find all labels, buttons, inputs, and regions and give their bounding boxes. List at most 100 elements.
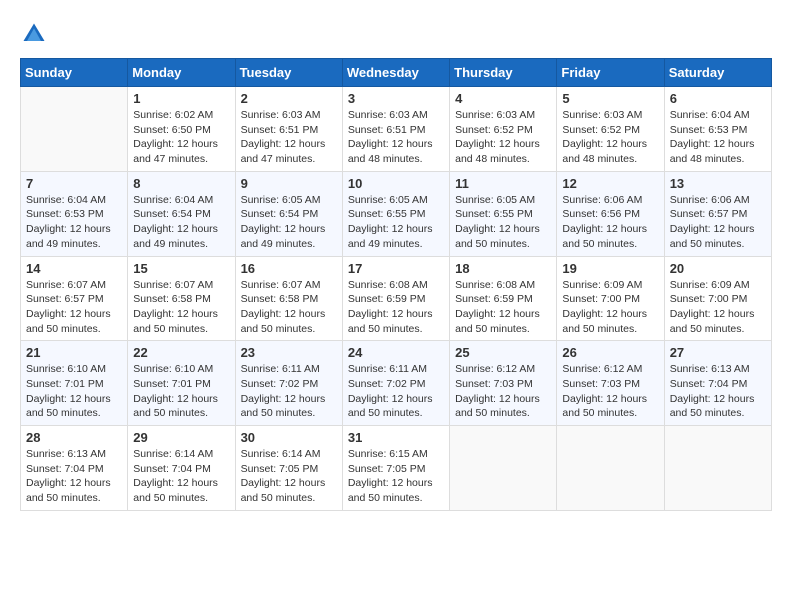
day-number: 31 xyxy=(348,430,444,445)
calendar-cell: 25Sunrise: 6:12 AM Sunset: 7:03 PM Dayli… xyxy=(450,341,557,426)
day-number: 12 xyxy=(562,176,658,191)
day-number: 24 xyxy=(348,345,444,360)
day-number: 28 xyxy=(26,430,122,445)
day-info: Sunrise: 6:11 AM Sunset: 7:02 PM Dayligh… xyxy=(348,362,444,421)
day-info: Sunrise: 6:12 AM Sunset: 7:03 PM Dayligh… xyxy=(562,362,658,421)
weekday-header-row: SundayMondayTuesdayWednesdayThursdayFrid… xyxy=(21,59,772,87)
calendar-cell: 17 Sunrise: 6:08 AM Sunset: 6:59 PM Dayli… xyxy=(342,256,449,341)
calendar-cell xyxy=(21,87,128,172)
day-info: Sunrise: 6:14 AM Sunset: 7:04 PM Dayligh… xyxy=(133,447,229,506)
calendar-cell: 3Sunrise: 6:03 AM Sunset: 6:51 PM Daylig… xyxy=(342,87,449,172)
day-info: Sunrise: 6:09 AM Sunset: 7:00 PM Dayligh… xyxy=(670,278,766,337)
day-number: 20 xyxy=(670,261,766,276)
calendar-cell: 9 Sunrise: 6:05 AM Sunset: 6:54 PM Daylig… xyxy=(235,171,342,256)
calendar-cell: 16 Sunrise: 6:07 AM Sunset: 6:58 PM Dayli… xyxy=(235,256,342,341)
page-header xyxy=(20,20,772,48)
calendar-cell: 24 Sunrise: 6:11 AM Sunset: 7:02 PM Dayli… xyxy=(342,341,449,426)
day-number: 9 xyxy=(241,176,337,191)
calendar-cell: 20 Sunrise: 6:09 AM Sunset: 7:00 PM Dayli… xyxy=(664,256,771,341)
day-number: 11 xyxy=(455,176,551,191)
calendar-cell: 19 Sunrise: 6:09 AM Sunset: 7:00 PM Dayli… xyxy=(557,256,664,341)
day-number: 30 xyxy=(241,430,337,445)
day-info: Sunrise: 6:08 AM Sunset: 6:59 PM Dayligh… xyxy=(348,278,444,337)
calendar-week-5: 28Sunrise: 6:13 AM Sunset: 7:04 PM Dayli… xyxy=(21,426,772,511)
calendar-cell: 6Sunrise: 6:04 AM Sunset: 6:53 PM Daylig… xyxy=(664,87,771,172)
calendar-cell: 7 Sunrise: 6:04 AM Sunset: 6:53 PM Daylig… xyxy=(21,171,128,256)
day-number: 10 xyxy=(348,176,444,191)
calendar-cell xyxy=(557,426,664,511)
day-number: 2 xyxy=(241,91,337,106)
calendar-cell: 1 Sunrise: 6:02 AM Sunset: 6:50 PM Daylig… xyxy=(128,87,235,172)
day-number: 19 xyxy=(562,261,658,276)
logo-icon xyxy=(20,20,48,48)
day-info: Sunrise: 6:12 AM Sunset: 7:03 PM Dayligh… xyxy=(455,362,551,421)
day-number: 1 xyxy=(133,91,229,106)
calendar-week-3: 14 Sunrise: 6:07 AM Sunset: 6:57 PM Dayli… xyxy=(21,256,772,341)
day-info: Sunrise: 6:06 AM Sunset: 6:57 PM Dayligh… xyxy=(670,193,766,252)
day-info: Sunrise: 6:10 AM Sunset: 7:01 PM Dayligh… xyxy=(26,362,122,421)
weekday-header-friday: Friday xyxy=(557,59,664,87)
calendar-cell xyxy=(450,426,557,511)
calendar-cell: 26 Sunrise: 6:12 AM Sunset: 7:03 PM Dayli… xyxy=(557,341,664,426)
day-info: Sunrise: 6:03 AM Sunset: 6:51 PM Dayligh… xyxy=(241,108,337,167)
day-number: 26 xyxy=(562,345,658,360)
day-info: Sunrise: 6:14 AM Sunset: 7:05 PM Dayligh… xyxy=(241,447,337,506)
calendar-table: SundayMondayTuesdayWednesdayThursdayFrid… xyxy=(20,58,772,511)
day-info: Sunrise: 6:07 AM Sunset: 6:58 PM Dayligh… xyxy=(133,278,229,337)
day-info: Sunrise: 6:04 AM Sunset: 6:53 PM Dayligh… xyxy=(26,193,122,252)
day-info: Sunrise: 6:03 AM Sunset: 6:51 PM Dayligh… xyxy=(348,108,444,167)
day-info: Sunrise: 6:02 AM Sunset: 6:50 PM Dayligh… xyxy=(133,108,229,167)
day-info: Sunrise: 6:13 AM Sunset: 7:04 PM Dayligh… xyxy=(670,362,766,421)
day-info: Sunrise: 6:07 AM Sunset: 6:57 PM Dayligh… xyxy=(26,278,122,337)
calendar-cell: 29 Sunrise: 6:14 AM Sunset: 7:04 PM Dayli… xyxy=(128,426,235,511)
day-number: 16 xyxy=(241,261,337,276)
calendar-cell: 18 Sunrise: 6:08 AM Sunset: 6:59 PM Dayli… xyxy=(450,256,557,341)
calendar-cell: 2 Sunrise: 6:03 AM Sunset: 6:51 PM Daylig… xyxy=(235,87,342,172)
calendar-week-4: 21 Sunrise: 6:10 AM Sunset: 7:01 PM Dayli… xyxy=(21,341,772,426)
logo xyxy=(20,20,52,48)
day-number: 29 xyxy=(133,430,229,445)
day-number: 15 xyxy=(133,261,229,276)
day-number: 4 xyxy=(455,91,551,106)
calendar-cell: 15 Sunrise: 6:07 AM Sunset: 6:58 PM Dayli… xyxy=(128,256,235,341)
weekday-header-wednesday: Wednesday xyxy=(342,59,449,87)
calendar-cell: 28Sunrise: 6:13 AM Sunset: 7:04 PM Dayli… xyxy=(21,426,128,511)
calendar-cell: 4 Sunrise: 6:03 AM Sunset: 6:52 PM Daylig… xyxy=(450,87,557,172)
day-info: Sunrise: 6:04 AM Sunset: 6:54 PM Dayligh… xyxy=(133,193,229,252)
day-info: Sunrise: 6:05 AM Sunset: 6:55 PM Dayligh… xyxy=(455,193,551,252)
weekday-header-thursday: Thursday xyxy=(450,59,557,87)
day-info: Sunrise: 6:11 AM Sunset: 7:02 PM Dayligh… xyxy=(241,362,337,421)
day-info: Sunrise: 6:03 AM Sunset: 6:52 PM Dayligh… xyxy=(562,108,658,167)
day-info: Sunrise: 6:08 AM Sunset: 6:59 PM Dayligh… xyxy=(455,278,551,337)
calendar-cell: 21 Sunrise: 6:10 AM Sunset: 7:01 PM Dayli… xyxy=(21,341,128,426)
day-info: Sunrise: 6:05 AM Sunset: 6:55 PM Dayligh… xyxy=(348,193,444,252)
day-number: 14 xyxy=(26,261,122,276)
calendar-cell: 11 Sunrise: 6:05 AM Sunset: 6:55 PM Dayli… xyxy=(450,171,557,256)
day-info: Sunrise: 6:09 AM Sunset: 7:00 PM Dayligh… xyxy=(562,278,658,337)
day-number: 13 xyxy=(670,176,766,191)
calendar-week-2: 7 Sunrise: 6:04 AM Sunset: 6:53 PM Daylig… xyxy=(21,171,772,256)
day-info: Sunrise: 6:03 AM Sunset: 6:52 PM Dayligh… xyxy=(455,108,551,167)
calendar-cell: 8 Sunrise: 6:04 AM Sunset: 6:54 PM Daylig… xyxy=(128,171,235,256)
day-number: 22 xyxy=(133,345,229,360)
day-info: Sunrise: 6:15 AM Sunset: 7:05 PM Dayligh… xyxy=(348,447,444,506)
day-info: Sunrise: 6:07 AM Sunset: 6:58 PM Dayligh… xyxy=(241,278,337,337)
day-number: 7 xyxy=(26,176,122,191)
day-number: 18 xyxy=(455,261,551,276)
weekday-header-tuesday: Tuesday xyxy=(235,59,342,87)
calendar-cell: 10 Sunrise: 6:05 AM Sunset: 6:55 PM Dayli… xyxy=(342,171,449,256)
weekday-header-sunday: Sunday xyxy=(21,59,128,87)
day-number: 17 xyxy=(348,261,444,276)
calendar-cell: 30 Sunrise: 6:14 AM Sunset: 7:05 PM Dayli… xyxy=(235,426,342,511)
calendar-cell: 23 Sunrise: 6:11 AM Sunset: 7:02 PM Dayli… xyxy=(235,341,342,426)
calendar-cell: 31 Sunrise: 6:15 AM Sunset: 7:05 PM Dayli… xyxy=(342,426,449,511)
day-number: 21 xyxy=(26,345,122,360)
calendar-cell: 5Sunrise: 6:03 AM Sunset: 6:52 PM Daylig… xyxy=(557,87,664,172)
calendar-cell xyxy=(664,426,771,511)
day-number: 23 xyxy=(241,345,337,360)
day-number: 8 xyxy=(133,176,229,191)
weekday-header-saturday: Saturday xyxy=(664,59,771,87)
day-number: 6 xyxy=(670,91,766,106)
day-info: Sunrise: 6:05 AM Sunset: 6:54 PM Dayligh… xyxy=(241,193,337,252)
calendar-cell: 13 Sunrise: 6:06 AM Sunset: 6:57 PM Dayli… xyxy=(664,171,771,256)
